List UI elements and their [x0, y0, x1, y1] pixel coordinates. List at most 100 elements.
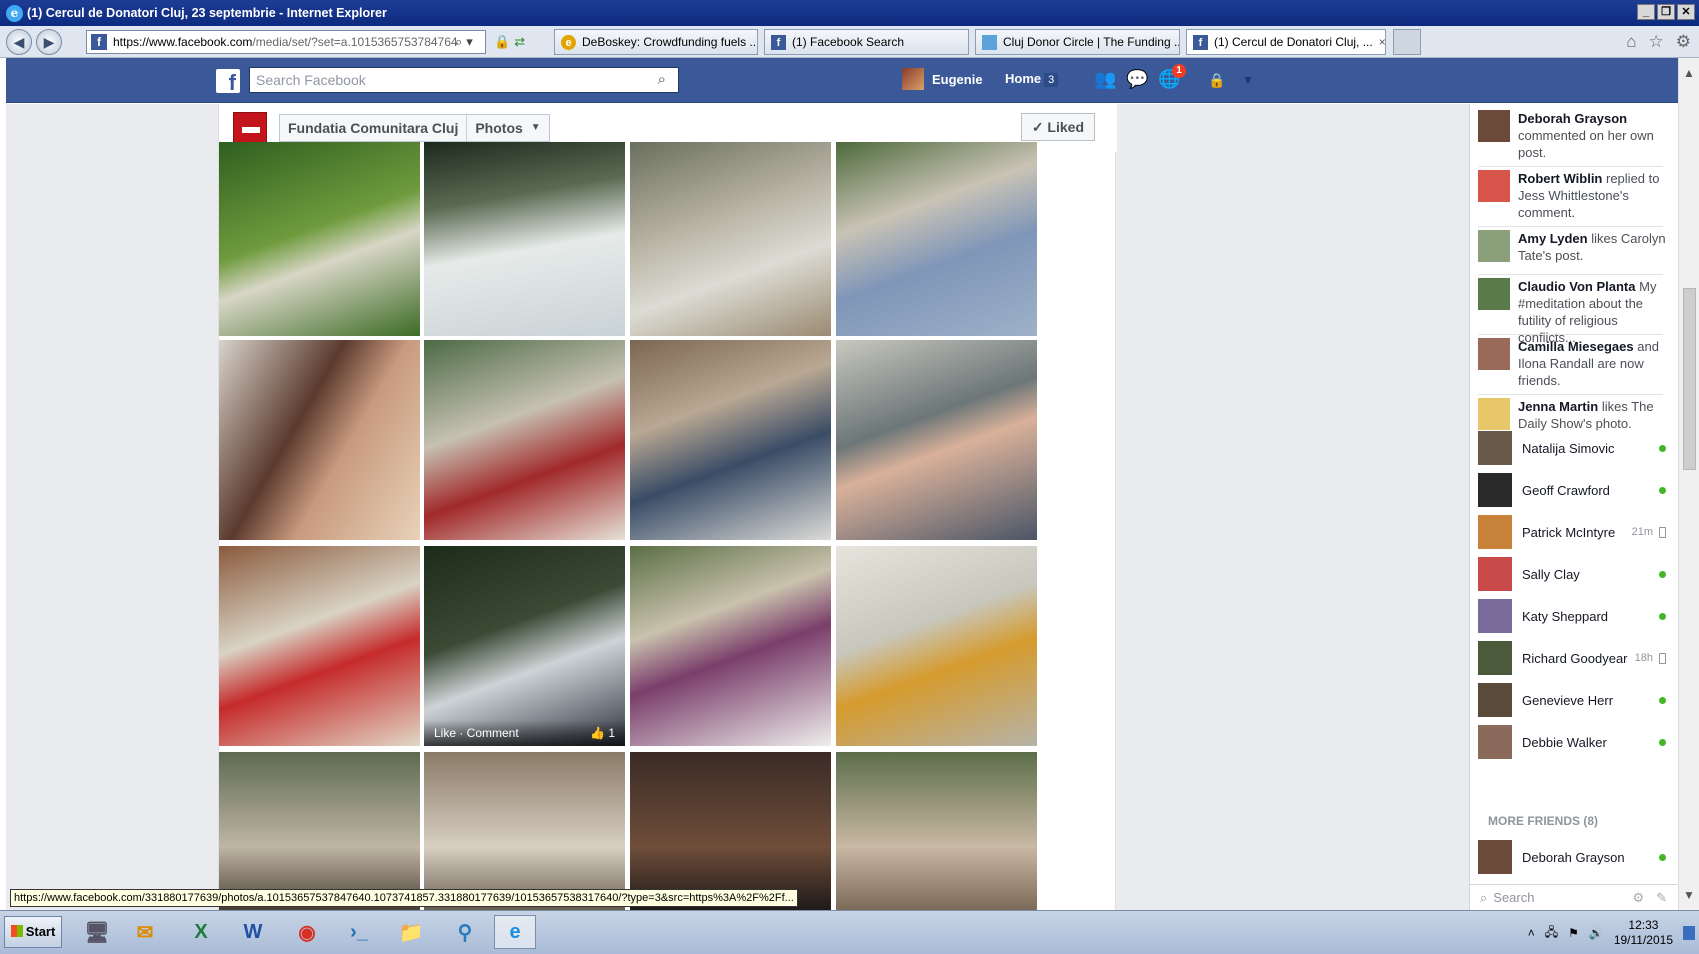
tab-label: DeBoskey: Crowdfunding fuels ...	[582, 35, 758, 49]
word-icon[interactable]: W	[232, 915, 274, 949]
internet-explorer-taskbar-icon[interactable]: e	[494, 915, 536, 949]
action-center-flag-icon[interactable]: ⚑	[1568, 926, 1579, 940]
album-photo[interactable]	[630, 340, 831, 540]
album-photo[interactable]	[836, 142, 1037, 336]
album-photo[interactable]	[219, 752, 420, 910]
ticker-story[interactable]: Robert Wiblin replied to Jess Whittlesto…	[1478, 170, 1672, 221]
volume-icon[interactable]: 🔊	[1589, 926, 1604, 940]
address-bar[interactable]: f https://www.facebook.com/media/set/?se…	[86, 30, 486, 54]
ticker-story[interactable]: Camilla Miesegaes and Ilona Randall are …	[1478, 338, 1672, 389]
ticker-story[interactable]: Jenna Martin likes The Daily Show's phot…	[1478, 398, 1672, 432]
liked-button[interactable]: ✓ Liked	[1020, 113, 1095, 141]
chevron-down-icon[interactable]: ▼	[531, 115, 549, 141]
online-dot-icon	[1659, 444, 1666, 452]
settings-gear-icon[interactable]: ⚙	[1676, 32, 1691, 52]
chat-settings-gear-icon[interactable]: ⚙	[1632, 890, 1644, 906]
ticker-actor-name: Deborah Grayson	[1518, 111, 1628, 126]
restore-button[interactable]: ❐	[1657, 4, 1675, 20]
system-clock[interactable]: 12:33 19/11/2015	[1614, 918, 1673, 948]
chat-friend-item[interactable]: Geoff Crawford	[1478, 472, 1670, 508]
ie-page-icon: e	[561, 34, 576, 50]
photos-dropdown[interactable]: Photos	[467, 115, 530, 141]
browser-tab[interactable]: f (1) Cercul de Donatori Cluj, ... ×	[1186, 29, 1386, 55]
back-button[interactable]: ◀	[6, 29, 32, 55]
refresh-icon[interactable]: ⇄	[514, 34, 525, 50]
compose-new-message-icon[interactable]: ✎	[1656, 890, 1667, 906]
ticker-avatar	[1478, 230, 1510, 262]
browser-tab[interactable]: f (1) Facebook Search	[764, 29, 969, 55]
album-photo[interactable]	[836, 340, 1037, 540]
scroll-down-arrow-icon[interactable]: ▼	[1683, 888, 1695, 902]
close-window-button[interactable]: ✕	[1677, 4, 1695, 20]
ticker-story[interactable]: Deborah Grayson commented on her own pos…	[1478, 110, 1672, 161]
search-icon[interactable]: ⌕	[455, 34, 462, 50]
chat-friend-item[interactable]: Patrick McIntyre 21m	[1478, 514, 1670, 550]
browser-tab[interactable]: Cluj Donor Circle | The Funding ...	[975, 29, 1180, 55]
browser-tab[interactable]: e DeBoskey: Crowdfunding fuels ...	[554, 29, 758, 55]
forward-button[interactable]: ▶	[36, 29, 62, 55]
album-photo[interactable]	[219, 546, 420, 746]
album-photo[interactable]	[630, 752, 831, 910]
close-tab-icon[interactable]: ×	[1373, 35, 1385, 49]
ticker-actor-name: Camilla Miesegaes	[1518, 339, 1634, 354]
chat-friend-item[interactable]: Katy Sheppard	[1478, 598, 1670, 634]
page-profile-thumbnail[interactable]	[233, 112, 267, 146]
chrome-icon[interactable]: ◉	[286, 915, 328, 949]
tab-label: (1) Facebook Search	[792, 35, 905, 49]
chat-friend-item[interactable]: Sally Clay	[1478, 556, 1670, 592]
show-desktop-icon[interactable]	[1683, 926, 1695, 940]
favorites-star-icon[interactable]: ☆	[1649, 32, 1664, 52]
album-photo[interactable]	[630, 546, 831, 746]
new-tab-button[interactable]	[1393, 29, 1421, 55]
file-explorer-icon[interactable]: 📁	[390, 915, 432, 949]
album-photo[interactable]	[630, 142, 831, 336]
excel-icon[interactable]: X	[180, 915, 222, 949]
scroll-up-arrow-icon[interactable]: ▲	[1683, 66, 1695, 80]
ticker-story[interactable]: Claudio Von Planta My #meditation about …	[1478, 278, 1672, 346]
facebook-search-input[interactable]: Search Facebook ⌕	[249, 67, 679, 93]
album-photo[interactable]	[219, 340, 420, 540]
search-icon[interactable]: ⌕	[658, 71, 666, 88]
messages-icon[interactable]: 💬	[1126, 69, 1148, 90]
browser-icons: ⌂ ☆ ⚙	[1626, 32, 1691, 52]
chat-search-input[interactable]: ⌕ Search ⚙ ✎	[1470, 884, 1678, 910]
windows-logo-icon	[10, 925, 23, 937]
computer-management-icon[interactable]: 🖥	[76, 915, 118, 949]
facebook-logo-icon[interactable]: f	[216, 69, 240, 95]
page-name-link[interactable]: Fundatia Comunitara Cluj	[280, 115, 466, 141]
scrollbar-thumb[interactable]	[1683, 288, 1696, 470]
lock-icon[interactable]: 🔒	[494, 34, 510, 50]
minimize-button[interactable]: _	[1637, 4, 1655, 20]
start-button[interactable]: Start	[4, 916, 62, 948]
chat-friend-item[interactable]: Genevieve Herr	[1478, 682, 1670, 718]
like-comment-link[interactable]: Like · Comment	[434, 726, 519, 740]
album-photo[interactable]	[424, 142, 625, 336]
album-photo[interactable]: Like · Comment 👍 1	[424, 546, 625, 746]
powershell-icon[interactable]: ›_	[338, 915, 380, 949]
home-link[interactable]: Home 3	[1005, 71, 1059, 87]
show-hidden-icons-icon[interactable]: ˄	[1528, 926, 1535, 940]
dropdown-arrow-icon[interactable]: ▾	[466, 34, 473, 50]
account-menu-caret-icon[interactable]: ▼	[1242, 73, 1254, 87]
album-photo[interactable]	[836, 752, 1037, 910]
album-photo[interactable]	[424, 752, 625, 910]
friend-name: Sally Clay	[1522, 566, 1580, 582]
facebook-icon: f	[771, 34, 786, 50]
home-icon[interactable]: ⌂	[1626, 32, 1636, 52]
chat-friend-item[interactable]: Richard Goodyear 18h	[1478, 640, 1670, 676]
chat-friend-item[interactable]: Natalija Simovic	[1478, 430, 1670, 466]
album-photo[interactable]	[219, 142, 420, 336]
privacy-shortcuts-icon[interactable]: 🔒	[1208, 72, 1225, 89]
profile-link[interactable]: Eugenie	[902, 68, 983, 90]
chat-friend-item[interactable]: Deborah Grayson	[1478, 839, 1670, 875]
outlook-icon[interactable]: ✉	[124, 915, 166, 949]
album-photo[interactable]	[836, 546, 1037, 746]
browser-scrollbar[interactable]: ▲ ▼	[1678, 58, 1699, 910]
album-photo[interactable]	[424, 340, 625, 540]
network-tray-icon[interactable]: 🖧	[1545, 923, 1558, 944]
chat-friend-item[interactable]: Debbie Walker	[1478, 724, 1670, 760]
network-icon[interactable]: ⚲	[444, 915, 486, 949]
ticker-story[interactable]: Amy Lyden likes Carolyn Tate's post.	[1478, 230, 1672, 264]
online-dot-icon	[1659, 696, 1666, 704]
friend-requests-icon[interactable]: 👥	[1094, 69, 1116, 90]
